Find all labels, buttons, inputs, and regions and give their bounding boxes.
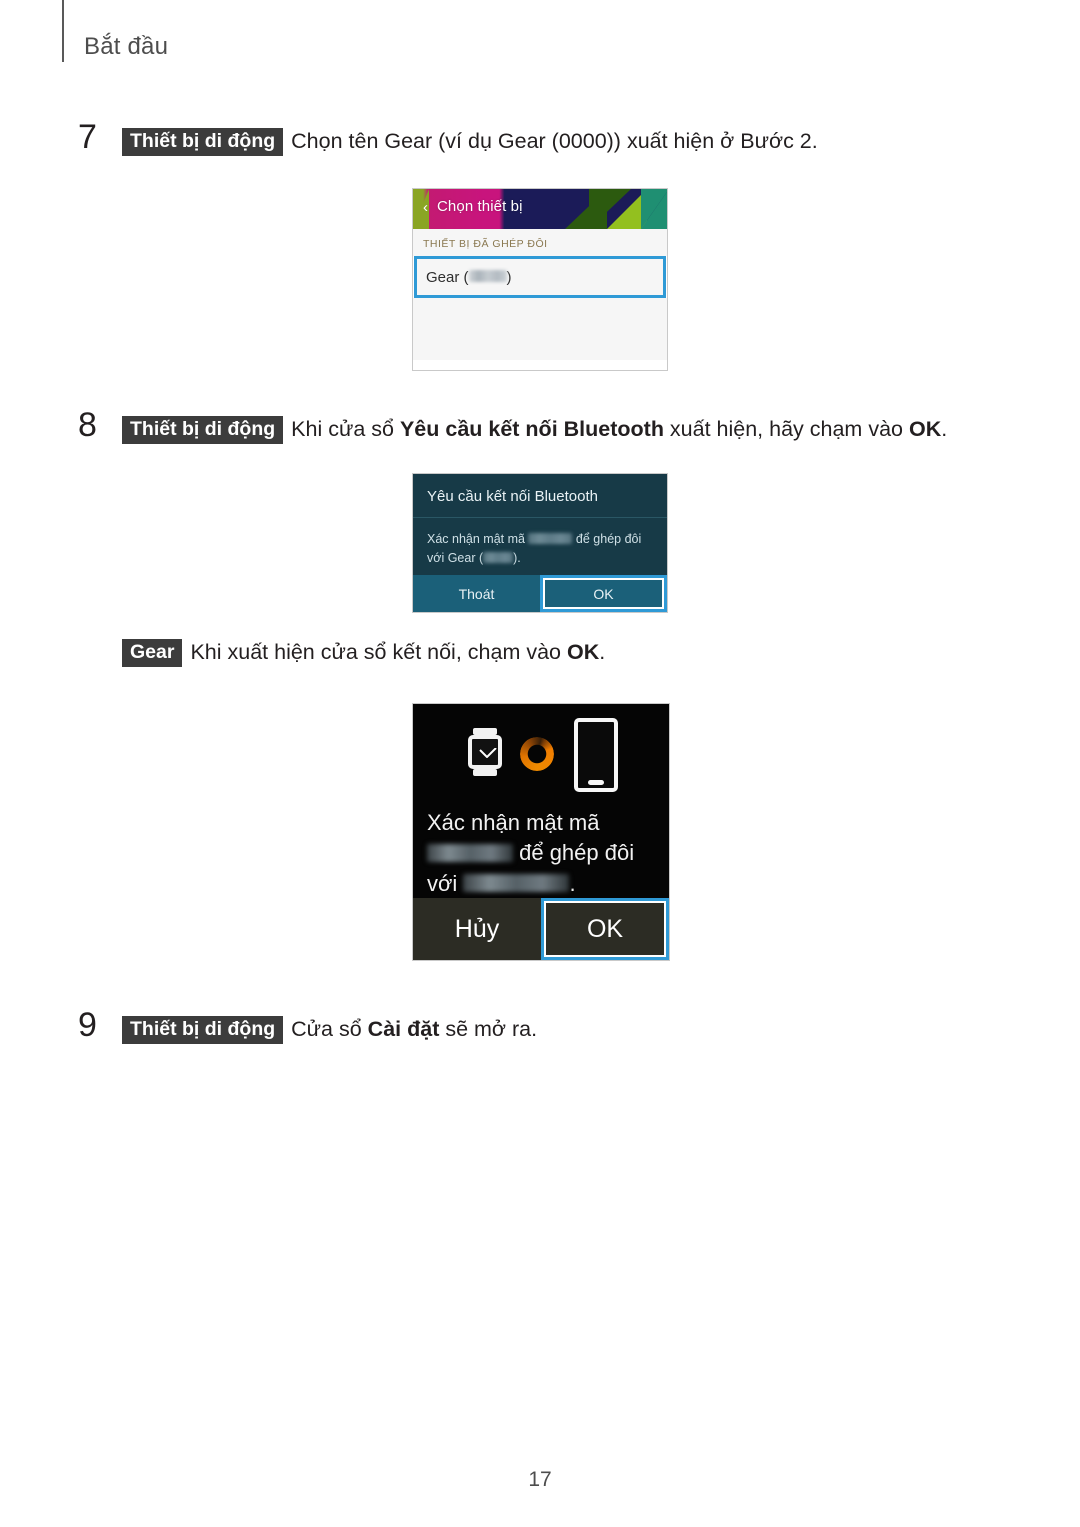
- step-9: 9 Thiết bị di động Cửa sổ Cài đặt sẽ mở …: [78, 1006, 537, 1045]
- page-number: 17: [528, 1468, 552, 1491]
- paired-devices-section-label: THIẾT BỊ ĐÃ GHÉP ĐÔI: [413, 229, 667, 256]
- step-9-device-tag: Thiết bị di động: [122, 1016, 284, 1045]
- gear-cancel-button[interactable]: Hủy: [413, 898, 541, 960]
- gear-confirm-line-1: Xác nhận mật mã: [427, 810, 600, 835]
- chapter-title: Bắt đầu: [84, 33, 169, 60]
- step-7-text-body: Chọn tên Gear (ví dụ Gear (0000)) xuất h…: [291, 129, 818, 153]
- bluetooth-dialog-title: Yêu cầu kết nối Bluetooth: [413, 474, 667, 518]
- bt-body-part1: Xác nhận mật mã: [427, 532, 529, 546]
- device-picker-header: ‹ Chọn thiết bị: [413, 189, 667, 229]
- watch-case-icon: [468, 735, 502, 769]
- sync-ring-icon: [520, 737, 554, 771]
- screenshot-bluetooth-dialog: Yêu cầu kết nối Bluetooth Xác nhận mật m…: [412, 473, 668, 613]
- step-8-number: 8: [78, 406, 97, 444]
- bluetooth-dialog-buttons: Thoát OK: [413, 575, 667, 612]
- gear-confirm-line-2-text: để ghép đôi: [513, 840, 635, 866]
- device-list-empty-area: [413, 298, 667, 360]
- device-picker-title: Chọn thiết bị: [437, 198, 523, 215]
- step-9-text-part2: sẽ mở ra.: [439, 1017, 538, 1041]
- step-7-text: Chọn tên Gear (ví dụ Gear (0000)) xuất h…: [291, 129, 818, 155]
- gear-confirm-line-3-prefix: với: [427, 870, 458, 896]
- bluetooth-ok-button[interactable]: OK: [540, 575, 667, 612]
- step-8-text-bold1: Yêu cầu kết nối Bluetooth: [399, 417, 664, 441]
- bluetooth-dialog-body: Xác nhận mật mã để ghép đôi với Gear ().: [413, 518, 667, 581]
- sub-step-text-bold: OK: [566, 640, 600, 664]
- back-chevron-icon[interactable]: ‹: [423, 199, 435, 216]
- gear-confirm-buttons: Hủy OK: [413, 898, 669, 960]
- gear-confirm-text: Xác nhận mật mã để ghép đôi với .: [413, 804, 669, 899]
- step-8-text-part1: Khi cửa sổ: [291, 417, 400, 441]
- sub-step-text-part1: Khi xuất hiện cửa sổ kết nối, chạm vào: [190, 640, 567, 664]
- watch-band-bottom-icon: [473, 769, 497, 776]
- gear-confirm-line-2: để ghép đôi: [427, 838, 655, 868]
- header-divider-rule: [62, 0, 64, 62]
- bt-body-part2: để ghép đôi: [572, 532, 642, 546]
- step-9-text-bold: Cài đặt: [367, 1017, 440, 1041]
- step-9-text-part1: Cửa sổ: [291, 1017, 368, 1041]
- screenshot-device-picker: ‹ Chọn thiết bị THIẾT BỊ ĐÃ GHÉP ĐÔI Gea…: [412, 188, 668, 371]
- redacted-device-name-gear: [463, 873, 570, 892]
- gear-confirm-line-3-suffix: .: [569, 870, 576, 896]
- step-7: 7 Thiết bị di động Chọn tên Gear (ví dụ …: [78, 118, 818, 157]
- step-9-text: Cửa sổ Cài đặt sẽ mở ra.: [291, 1017, 537, 1043]
- step-7-device-tag: Thiết bị di động: [122, 128, 284, 157]
- step-8-text-part2: xuất hiện, hãy chạm vào: [663, 417, 909, 441]
- header-triangle-8-icon: [641, 189, 667, 229]
- paired-device-name-suffix: ): [506, 268, 512, 286]
- paired-device-name-prefix: Gear (: [426, 268, 469, 286]
- gear-ok-button[interactable]: OK: [541, 898, 669, 960]
- step-8: 8 Thiết bị di động Khi cửa sổ Yêu cầu kế…: [78, 406, 947, 445]
- sub-step-gear-text: Khi xuất hiện cửa sổ kết nối, chạm vào O…: [190, 640, 605, 666]
- step-7-number: 7: [78, 118, 97, 156]
- sub-step-text-part2: .: [599, 640, 606, 664]
- step-8-text-bold2: OK: [908, 417, 942, 441]
- bluetooth-cancel-button[interactable]: Thoát: [413, 575, 540, 612]
- bt-body-part3: với Gear (: [427, 550, 484, 565]
- redacted-device-id: [468, 270, 507, 282]
- sub-step-gear-tag: Gear: [122, 639, 183, 668]
- page-header: Bắt đầu: [62, 0, 662, 84]
- screenshot-gear-confirm: Xác nhận mật mã để ghép đôi với . Hủy OK: [412, 703, 670, 961]
- watch-icon: [468, 728, 502, 776]
- step-8-text-part3: .: [941, 417, 948, 441]
- gear-confirm-line-3: với .: [427, 869, 655, 899]
- step-8-device-tag: Thiết bị di động: [122, 416, 284, 445]
- redacted-passkey-gear: [427, 843, 513, 862]
- redacted-device-id-2: [483, 551, 514, 563]
- watch-band-top-icon: [473, 728, 497, 735]
- step-8-text: Khi cửa sổ Yêu cầu kết nối Bluetooth xuấ…: [291, 417, 947, 443]
- step-9-number: 9: [78, 1006, 97, 1044]
- bt-body-part4: ).: [513, 550, 521, 565]
- gear-confirm-icon-row: [413, 704, 669, 804]
- phone-home-button-icon: [588, 780, 604, 785]
- redacted-passkey: [528, 533, 573, 545]
- paired-device-row-gear[interactable]: Gear (): [414, 256, 666, 298]
- check-icon: [479, 748, 497, 758]
- phone-icon: [574, 718, 618, 792]
- sub-step-gear: Gear Khi xuất hiện cửa sổ kết nối, chạm …: [122, 639, 605, 668]
